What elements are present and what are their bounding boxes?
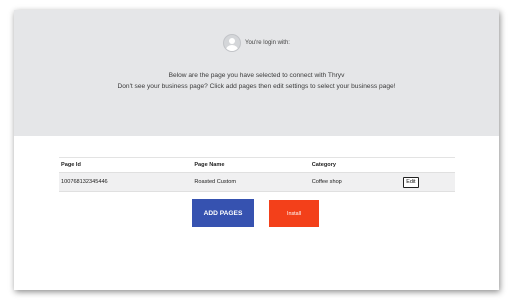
cell-category: Coffee shop xyxy=(311,179,342,185)
pages-table: Page Id Page Name Category 1007681323454… xyxy=(59,157,455,192)
install-button[interactable]: Install xyxy=(269,200,319,227)
login-info: You're login with: xyxy=(14,34,499,52)
login-text: You're login with: xyxy=(245,40,290,46)
cell-actions: Edit xyxy=(403,176,455,188)
app-window: You're login with: Below are the page yo… xyxy=(14,10,499,290)
edit-button[interactable]: Edit xyxy=(403,176,419,188)
column-header-page-name: Page Name xyxy=(194,162,225,168)
column-header-page-id: Page Id xyxy=(61,162,81,168)
column-header-category: Category xyxy=(311,162,336,168)
table-header: Page Id Page Name Category xyxy=(59,157,455,172)
cell-page-name: Roasted Custom xyxy=(194,179,236,185)
help-message: Don't see your business page? Click add … xyxy=(117,83,396,90)
selected-pages-message: Below are the page you have selected to … xyxy=(168,72,345,79)
connection-info-panel: You're login with: Below are the page yo… xyxy=(14,10,499,136)
table-row: 100768132345446 Roasted Custom Coffee sh… xyxy=(59,172,455,192)
add-pages-button[interactable]: ADD PAGES xyxy=(192,199,254,227)
user-avatar-icon xyxy=(223,34,242,52)
cell-page-id: 100768132345446 xyxy=(61,179,108,185)
